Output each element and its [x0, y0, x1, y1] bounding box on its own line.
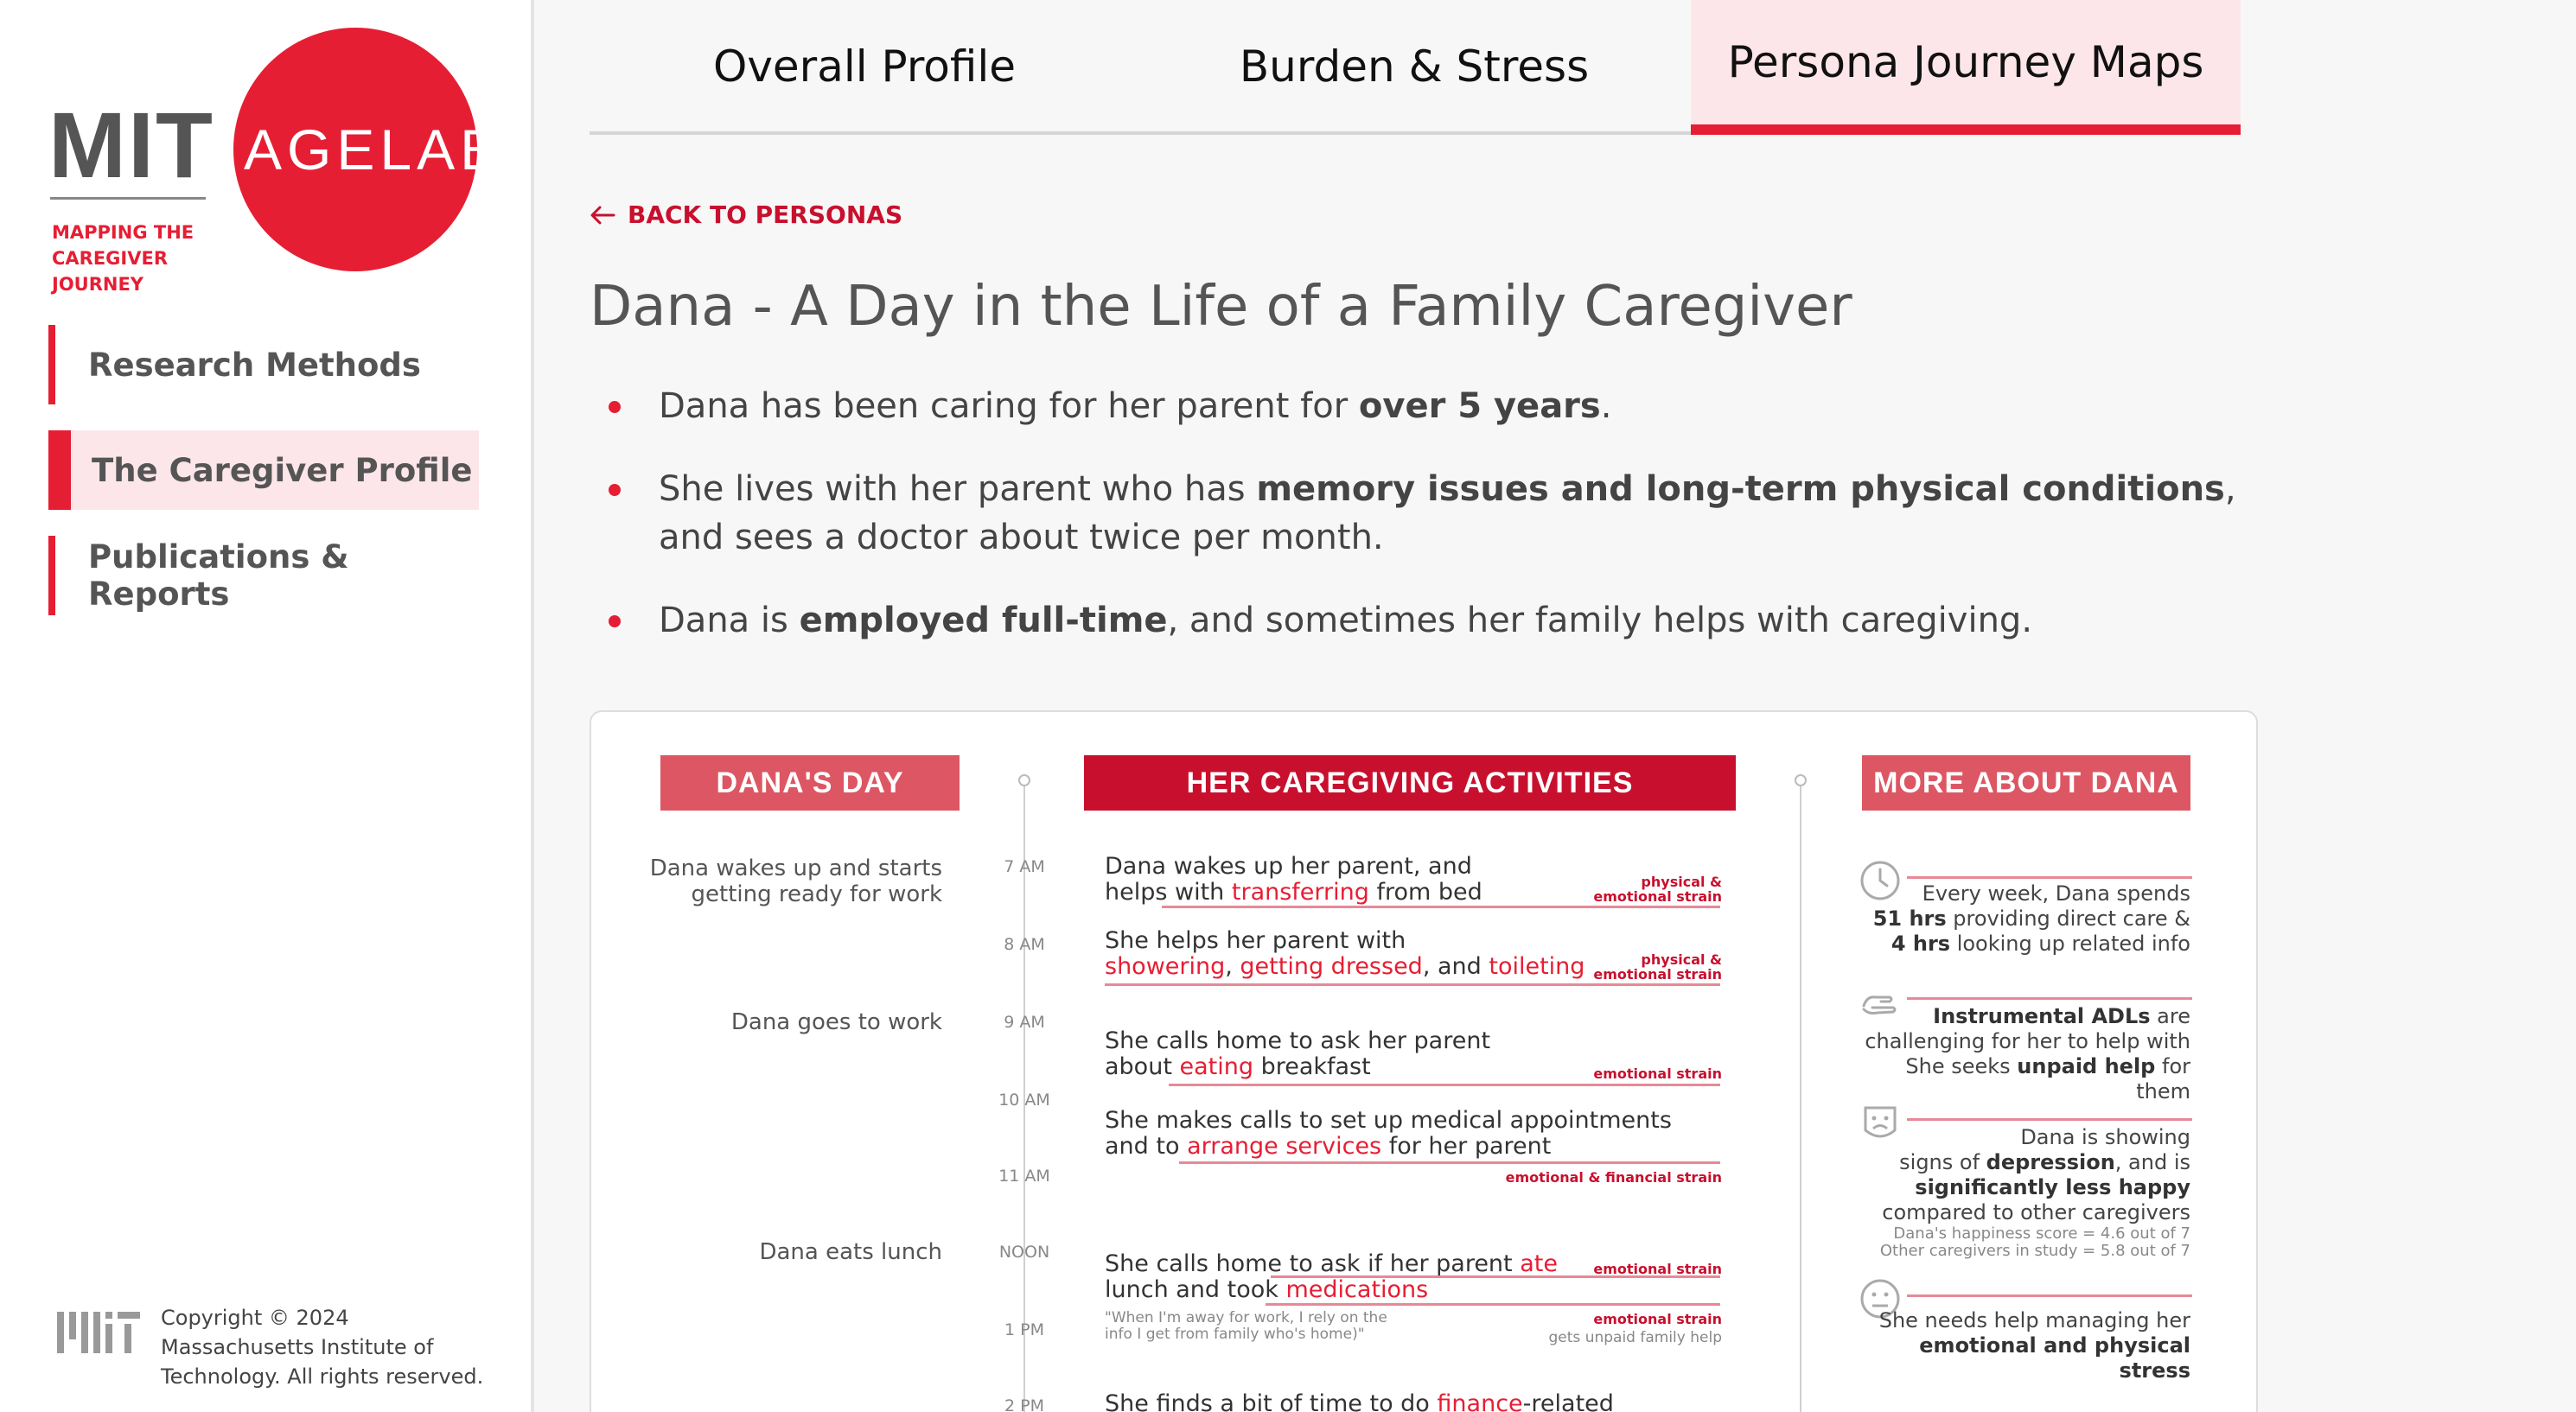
mit-logo-icon	[57, 1312, 140, 1353]
arrow-left-icon	[590, 206, 615, 224]
time-label: 10 AM	[998, 1091, 1050, 1110]
footer: Copyright © 2024 Massachusetts Institute…	[57, 1303, 507, 1390]
nav-indicator	[48, 325, 55, 404]
nav-indicator	[48, 430, 71, 510]
list-item: Dana has been caring for her parent for …	[605, 382, 2282, 430]
time-label: 1 PM	[1004, 1320, 1044, 1339]
activity-item: She makes calls to set up medical appoin…	[1105, 1107, 1672, 1160]
about-underline	[1907, 997, 2192, 1000]
sidebar-item-label: The Caregiver Profile	[92, 451, 473, 489]
sidebar-item-caregiver-profile[interactable]: The Caregiver Profile	[48, 430, 479, 510]
list-item: Dana is employed full-time, and sometime…	[605, 596, 2282, 645]
about-weekly-hours: Every week, Dana spends 51 hrs providing…	[1872, 881, 2190, 956]
strain-tag: physical & emotional strain	[1593, 951, 1722, 983]
logo-tagline: MAPPING THE CAREGIVER JOURNEY	[52, 219, 259, 297]
list-item: She lives with her parent who has memory…	[605, 465, 2282, 562]
strain-tag: emotional strain	[1593, 1311, 1722, 1327]
sidebar-item-label: Publications & Reports	[88, 538, 349, 613]
activity-item: Dana wakes up her parent, and helps with…	[1105, 853, 1482, 906]
about-divider	[1800, 781, 1801, 1412]
day-item-wake: Dana wakes up and starts getting ready f…	[649, 855, 942, 907]
activity-underline	[1179, 1161, 1720, 1164]
about-underline	[1907, 1118, 2192, 1121]
sidebar-item-label: Research Methods	[88, 346, 421, 384]
about-iadls: Instrumental ADLs are challenging for he…	[1865, 1004, 2190, 1104]
back-link-label: BACK TO PERSONAS	[628, 200, 903, 229]
timeline-dot	[1018, 774, 1030, 786]
caregiver-quote: "When I'm away for work, I rely on the i…	[1105, 1309, 1387, 1343]
tab-overall-profile[interactable]: Overall Profile	[590, 0, 1139, 133]
more-about-dana-header: MORE ABOUT DANA	[1862, 755, 2190, 811]
persona-summary-list: Dana has been caring for her parent for …	[605, 382, 2282, 679]
activity-underline	[1105, 983, 1720, 986]
time-label: 8 AM	[1004, 935, 1045, 954]
sidebar: MIT AGELAB MAPPING THE CAREGIVER JOURNEY…	[0, 0, 534, 1412]
strain-tag: emotional & financial strain	[1505, 1169, 1722, 1186]
strain-tag: physical & emotional strain	[1593, 874, 1722, 905]
tab-burden-stress[interactable]: Burden & Stress	[1139, 0, 1689, 133]
time-label: 9 AM	[1004, 1013, 1045, 1032]
day-item-work: Dana goes to work	[730, 1009, 942, 1035]
dana-day-header: DANA'S DAY	[660, 755, 960, 811]
time-label: 11 AM	[998, 1167, 1050, 1186]
about-stress-help: She needs help managing her emotional an…	[1878, 1308, 2190, 1383]
agelab-logo[interactable]: MIT AGELAB MAPPING THE CAREGIVER JOURNEY	[48, 26, 504, 295]
strain-note: gets unpaid family help	[1548, 1329, 1722, 1346]
time-label: 2 PM	[1004, 1396, 1044, 1412]
logo-tagline-line1: MAPPING THE	[52, 222, 194, 243]
tab-bar: Overall Profile Burden & Stress Persona …	[590, 0, 2241, 135]
copyright-text: Copyright © 2024 Massachusetts Institute…	[161, 1306, 484, 1389]
sidebar-item-publications[interactable]: Publications & Reports	[48, 536, 479, 615]
activity-item: She helps her parent with showering, get…	[1105, 927, 1585, 980]
back-to-personas-link[interactable]: BACK TO PERSONAS	[590, 200, 902, 229]
about-underline	[1907, 1294, 2192, 1297]
day-item-lunch: Dana eats lunch	[759, 1239, 942, 1265]
time-label: 7 AM	[1004, 857, 1045, 876]
activity-underline	[1266, 1303, 1720, 1306]
nav-indicator	[48, 536, 55, 615]
logo-underline	[50, 197, 206, 200]
sidebar-item-research-methods[interactable]: Research Methods	[48, 325, 479, 404]
timeline-dot	[1795, 774, 1807, 786]
strain-tag: emotional strain	[1593, 1065, 1722, 1082]
activity-item: She calls home to ask her parent about e…	[1105, 1027, 1491, 1080]
journey-map-card: DANA'S DAY HER CAREGIVING ACTIVITIES MOR…	[590, 710, 2258, 1412]
activity-underline	[1162, 906, 1720, 908]
activity-underline	[1169, 1084, 1720, 1086]
caregiving-activities-header: HER CAREGIVING ACTIVITIES	[1084, 755, 1736, 811]
logo-tagline-line2: CAREGIVER JOURNEY	[52, 248, 168, 295]
logo-agelab-text: AGELAB	[244, 118, 504, 181]
tab-persona-journey-maps[interactable]: Persona Journey Maps	[1691, 0, 2241, 135]
activity-item: She finds a bit of time to do finance-re…	[1105, 1390, 1614, 1412]
happiness-score-note: Dana's happiness score = 4.6 out of 7 Ot…	[1879, 1224, 2190, 1260]
about-depression: Dana is showing signs of depression, and…	[1882, 1125, 2190, 1224]
logo-mit-text: MIT	[48, 92, 214, 197]
about-underline	[1907, 876, 2192, 879]
time-label: NOON	[998, 1243, 1050, 1262]
strain-tag: emotional strain	[1593, 1261, 1722, 1277]
page-title: Dana - A Day in the Life of a Family Car…	[590, 275, 1852, 339]
